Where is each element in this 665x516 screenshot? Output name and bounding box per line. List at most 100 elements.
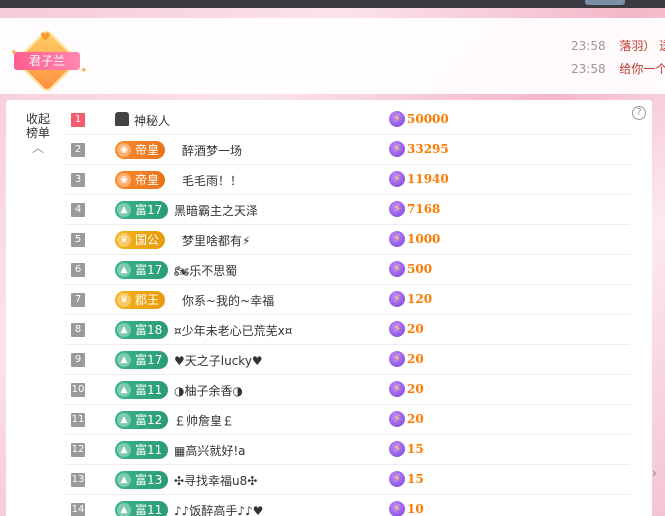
bolt-icon: ⚡	[389, 171, 405, 187]
user-name[interactable]: ￡帅詹皇￡	[174, 412, 234, 429]
table-row[interactable]: 3 ◉ 帝皇 毛毛雨！！ ⚡ 11940	[66, 165, 630, 195]
user-name[interactable]: ✣寻找幸福u8✣	[174, 472, 257, 489]
bolt-icon: ⚡	[389, 501, 405, 516]
level-badge: ▲ 富11	[115, 501, 169, 516]
user-name[interactable]: 毛毛雨！！	[182, 172, 242, 189]
level-badge: ◉ 帝皇	[115, 171, 166, 189]
table-row[interactable]: 11 ▲ 富12 ￡帅詹皇￡ ⚡ 20	[66, 405, 630, 435]
table-row[interactable]: 8 ▲ 富18 ¤少年未老心已荒芜x¤ ⚡ 20	[66, 315, 630, 345]
rank-number: 7	[71, 293, 85, 307]
triangle-icon: ▲	[117, 473, 131, 487]
wifi-icon: ◉	[117, 173, 131, 187]
rank-number: 12	[71, 443, 85, 457]
chat-text: 落羽） 送	[619, 39, 665, 53]
rank-number: 2	[71, 143, 85, 157]
chat-time: 23:58	[571, 62, 606, 76]
bolt-icon: ⚡	[389, 291, 405, 307]
table-row[interactable]: 7 ♛ 郡王 你系~我的~幸福 ⚡ 120	[66, 285, 630, 315]
rank-number: 10	[71, 383, 85, 397]
chat-time: 23:58	[571, 39, 606, 53]
table-row[interactable]: 14 ▲ 富11 ♪♪饭醉高手♪♪♥ ⚡ 10	[66, 495, 630, 516]
table-row[interactable]: 6 ▲ 富17 🏍乐不思蜀 ⚡ 500	[66, 255, 630, 285]
contribution-score: ⚡ 7168	[389, 201, 440, 217]
bolt-icon: ⚡	[389, 321, 405, 337]
rank-number: 13	[71, 473, 85, 487]
triangle-icon: ▲	[117, 353, 131, 367]
contribution-score: ⚡ 120	[389, 291, 432, 307]
sparkle-icon: ✦	[80, 66, 88, 76]
crown-icon: ♛	[117, 293, 131, 307]
chat-message: 23:58 给你一个	[571, 60, 665, 77]
table-row[interactable]: 9 ▲ 富17 ♥天之子lucky♥ ⚡ 20	[66, 345, 630, 375]
rank-number: 1	[71, 113, 85, 127]
bolt-icon: ⚡	[389, 141, 405, 157]
user-name[interactable]: 🏍乐不思蜀	[174, 262, 237, 279]
user-name[interactable]: 神秘人	[134, 112, 170, 129]
table-row[interactable]: 1 神秘人 ⚡ 50000	[66, 105, 630, 135]
rank-number: 14	[71, 503, 85, 516]
mystery-user-icon	[115, 112, 129, 126]
triangle-icon: ▲	[117, 323, 131, 337]
table-row[interactable]: 2 ◉ 帝皇 醉酒梦一场 ⚡ 33295	[66, 135, 630, 165]
collapse-label: 榜单	[25, 126, 50, 140]
rank-number: 9	[71, 353, 85, 367]
user-name[interactable]: 黑暗霸主之天泽	[174, 202, 258, 219]
rank-number: 6	[71, 263, 85, 277]
wifi-icon: ◉	[117, 143, 131, 157]
user-name[interactable]: ♥天之子lucky♥	[174, 352, 263, 369]
chevron-right-icon[interactable]: ›	[652, 466, 657, 480]
rank-number: 4	[71, 203, 85, 217]
level-badge: ♛ 国公	[115, 231, 166, 249]
bolt-icon: ⚡	[389, 111, 405, 127]
level-badge: ▲ 富17	[115, 351, 169, 369]
triangle-icon: ▲	[117, 503, 131, 516]
table-row[interactable]: 12 ▲ 富11 ▦高兴就好!a ⚡ 15	[66, 435, 630, 465]
bolt-icon: ⚡	[389, 411, 405, 427]
user-name[interactable]: ▦高兴就好!a	[174, 442, 246, 459]
triangle-icon: ▲	[117, 203, 131, 217]
contribution-score: ⚡ 1000	[389, 231, 440, 247]
rank-number: 5	[71, 233, 85, 247]
bolt-icon: ⚡	[389, 381, 405, 397]
level-badge: ◉ 帝皇	[115, 141, 166, 159]
top-bar	[0, 0, 665, 8]
table-row[interactable]: 10 ▲ 富11 ◑柚子余香◑ ⚡ 20	[66, 375, 630, 405]
chat-panel: ♥ 君子兰 ✦ ✦ 23:58 落羽） 送 23:58 给你一个	[0, 18, 665, 94]
level-badge: ▲ 富11	[115, 381, 169, 399]
level-badge: ♛ 郡王	[115, 291, 166, 309]
level-badge: ▲ 富18	[115, 321, 169, 339]
level-badge: ▲ 富13	[115, 471, 169, 489]
help-icon[interactable]: ?	[632, 106, 646, 120]
table-row[interactable]: 13 ▲ 富13 ✣寻找幸福u8✣ ⚡ 15	[66, 465, 630, 495]
table-row[interactable]: 4 ▲ 富17 黑暗霸主之天泽 ⚡ 7168	[66, 195, 630, 225]
contribution-score: ⚡ 15	[389, 441, 424, 457]
user-name[interactable]: 醉酒梦一场	[182, 142, 242, 159]
ranking-list: 1 神秘人 ⚡ 50000 2 ◉ 帝皇 醉酒梦一场 ⚡ 33295 3 ◉ 帝皇 毛毛…	[66, 105, 630, 516]
level-badge: ▲ 富12	[115, 411, 169, 429]
user-name[interactable]: ♪♪饭醉高手♪♪♥	[174, 502, 263, 516]
triangle-icon: ▲	[117, 413, 131, 427]
bolt-icon: ⚡	[389, 441, 405, 457]
sparkle-icon: ✦	[10, 48, 18, 58]
bolt-icon: ⚡	[389, 201, 405, 217]
contribution-score: ⚡ 20	[389, 351, 424, 367]
top-bar-tab[interactable]	[585, 0, 625, 5]
triangle-icon: ▲	[117, 383, 131, 397]
ranking-panel: 收起 榜单 ︿ ? 1 神秘人 ⚡ 50000 2 ◉ 帝皇 醉酒梦一场 ⚡ 3329…	[6, 100, 652, 516]
collapse-ranking-button[interactable]: 收起 榜单 ︿	[24, 112, 52, 154]
user-name[interactable]: 梦里啥都有⚡	[182, 232, 250, 249]
bolt-icon: ⚡	[389, 231, 405, 247]
level-badge: ▲ 富17	[115, 261, 169, 279]
contribution-score: ⚡ 10	[389, 501, 424, 516]
badge-label: 君子兰	[14, 52, 80, 70]
table-row[interactable]: 5 ♛ 国公 梦里啥都有⚡ ⚡ 1000	[66, 225, 630, 255]
bolt-icon: ⚡	[389, 471, 405, 487]
user-name[interactable]: ¤少年未老心已荒芜x¤	[174, 322, 292, 339]
crown-icon: ♛	[117, 233, 131, 247]
rank-number: 3	[71, 173, 85, 187]
chat-message: 23:58 落羽） 送	[571, 37, 665, 54]
user-name[interactable]: 你系~我的~幸福	[182, 292, 274, 309]
triangle-icon: ▲	[117, 443, 131, 457]
user-name[interactable]: ◑柚子余香◑	[174, 382, 243, 399]
contribution-score: ⚡ 33295	[389, 141, 449, 157]
